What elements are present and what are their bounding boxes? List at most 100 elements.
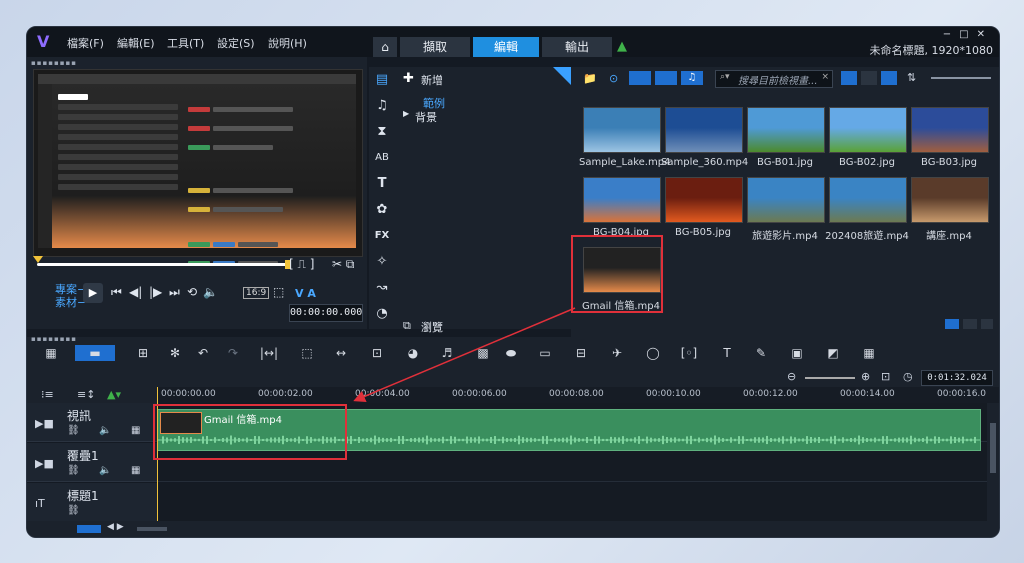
layout-icon[interactable] bbox=[945, 319, 959, 329]
undo-icon[interactable]: ↶ bbox=[193, 345, 213, 361]
media-icon[interactable]: ▤ bbox=[373, 71, 391, 89]
thumbnail-view-icon[interactable] bbox=[881, 71, 897, 85]
home-icon[interactable]: ⌂ bbox=[373, 37, 397, 57]
scroll-toggle-icon[interactable] bbox=[77, 525, 101, 533]
instant-project-icon[interactable]: ♫ bbox=[373, 97, 391, 115]
split-screen-icon[interactable]: ⊡ bbox=[367, 345, 387, 361]
horizontal-scrollbar[interactable] bbox=[137, 527, 167, 531]
zoom-in-icon[interactable]: ⊕ bbox=[861, 370, 870, 383]
split-icon[interactable]: ✂ ⧉ bbox=[332, 257, 354, 272]
edit-icon[interactable] bbox=[981, 319, 993, 329]
fx-icon[interactable]: FX bbox=[373, 227, 391, 245]
zoom-out-icon[interactable]: ⊖ bbox=[787, 370, 796, 383]
crop-icon[interactable]: ⬚ bbox=[273, 285, 284, 299]
media-thumbnail[interactable] bbox=[911, 107, 989, 153]
pin-corner[interactable] bbox=[553, 67, 571, 85]
storyboard-view-icon[interactable]: ▦ bbox=[41, 345, 61, 361]
tab-share[interactable]: 輸出 bbox=[542, 37, 612, 57]
chapter-icon[interactable]: ≡↕ bbox=[77, 388, 95, 401]
detail-view-icon[interactable] bbox=[861, 71, 877, 85]
paint-icon[interactable]: ✎ bbox=[751, 345, 771, 361]
mark-in-out-icon[interactable]: [ ⎍ ] bbox=[289, 257, 314, 272]
upload-arrow-icon[interactable]: ▲ bbox=[617, 39, 627, 54]
audio-mixer-icon[interactable]: ♬ bbox=[437, 345, 457, 361]
graphic-icon[interactable]: ✿ bbox=[373, 201, 391, 219]
media-thumbnail[interactable] bbox=[829, 107, 907, 153]
add-icon[interactable]: ✚ bbox=[403, 71, 414, 86]
import-folder-icon[interactable]: 📁 bbox=[583, 72, 597, 85]
media-thumbnail[interactable] bbox=[911, 177, 989, 223]
link-icon[interactable]: ⛓ bbox=[67, 505, 80, 516]
ab-transition-icon[interactable]: AB bbox=[373, 149, 391, 167]
redo-icon[interactable]: ↷ bbox=[223, 345, 243, 361]
tree-item-backgrounds[interactable]: 背景 bbox=[415, 109, 437, 125]
track-manager-icon[interactable]: ⁝≡ bbox=[41, 388, 54, 401]
menu-help[interactable]: 說明(H) bbox=[268, 35, 307, 51]
timecode-display[interactable]: 00:00:00.000 bbox=[289, 304, 363, 322]
record-icon[interactable]: ⊙ bbox=[609, 72, 618, 85]
color-icon[interactable]: ◕ bbox=[403, 345, 423, 361]
mute-icon[interactable]: 🔈 bbox=[99, 465, 111, 476]
adjust-icon[interactable]: ◩ bbox=[823, 345, 843, 361]
menu-tools[interactable]: 工具(T) bbox=[167, 35, 204, 51]
volume-icon[interactable]: 🔈 bbox=[203, 285, 218, 299]
mute-icon[interactable]: 🔈 bbox=[99, 425, 111, 436]
search-box[interactable]: ⌕▾ 搜尋目前檢視畫... × bbox=[715, 70, 833, 88]
trim-scrubber[interactable] bbox=[33, 256, 291, 269]
gif-icon[interactable]: ▦ bbox=[859, 345, 879, 361]
path-icon[interactable]: ↝ bbox=[373, 279, 391, 297]
title-icon[interactable]: T bbox=[373, 175, 391, 193]
media-thumbnail[interactable] bbox=[829, 177, 907, 223]
repeat-icon[interactable]: ⟲ bbox=[187, 285, 197, 299]
timeline-view-icon[interactable]: ▬ bbox=[75, 345, 115, 361]
stabilize-icon[interactable]: [◦] bbox=[679, 345, 699, 361]
layout-alt-icon[interactable] bbox=[963, 319, 977, 329]
next-frame-icon[interactable]: |▶ bbox=[149, 285, 162, 299]
audio-filter-button[interactable]: ♫ bbox=[681, 71, 703, 85]
add-marker-icon[interactable]: ▲▾ bbox=[107, 388, 121, 401]
media-thumbnail[interactable] bbox=[583, 177, 661, 223]
media-thumbnail[interactable] bbox=[747, 177, 825, 223]
smartrender-icon[interactable]: V A bbox=[295, 287, 316, 300]
menu-edit[interactable]: 編輯(E) bbox=[117, 35, 155, 51]
scroll-arrows-icon[interactable]: ◀ ▶ bbox=[107, 522, 124, 532]
3d-title-icon[interactable]: T bbox=[717, 345, 737, 361]
track-area-title[interactable] bbox=[157, 483, 987, 522]
zoom-slider[interactable] bbox=[805, 377, 855, 379]
fit-project-icon[interactable]: ⊡ bbox=[881, 370, 890, 383]
menu-settings[interactable]: 設定(S) bbox=[217, 35, 255, 51]
motion-track-icon[interactable]: ✈ bbox=[607, 345, 627, 361]
motion-icon[interactable]: ✧ bbox=[373, 253, 391, 271]
mask-icon[interactable]: ⬬ bbox=[501, 345, 521, 361]
media-thumbnail[interactable] bbox=[583, 107, 661, 153]
add-folder-label[interactable]: 新增 bbox=[421, 72, 443, 88]
go-start-icon[interactable]: ⏮ bbox=[111, 285, 122, 300]
tools-icon[interactable]: ✻ bbox=[165, 345, 185, 361]
multicam-icon[interactable]: ▩ bbox=[473, 345, 493, 361]
screen-record-icon[interactable]: ▣ bbox=[787, 345, 807, 361]
clear-search-icon[interactable]: × bbox=[821, 72, 829, 82]
vertical-scrollbar[interactable] bbox=[987, 403, 999, 521]
fit-icon[interactable]: |↔| bbox=[259, 345, 279, 361]
window-controls[interactable]: −□✕ bbox=[943, 29, 993, 40]
media-thumbnail[interactable] bbox=[665, 107, 743, 153]
tab-edit[interactable]: 編輯 bbox=[473, 37, 539, 57]
link-icon[interactable]: ⛓ bbox=[67, 465, 80, 476]
stretch-icon[interactable]: ↔ bbox=[331, 345, 351, 361]
mode-clip[interactable]: 素材− bbox=[55, 294, 86, 310]
browse-icon[interactable]: ⧉ bbox=[403, 319, 411, 333]
add-track-icon[interactable]: ⊞ bbox=[133, 345, 153, 361]
aspect-ratio-select[interactable]: 16:9 bbox=[243, 287, 270, 299]
crop-icon[interactable]: ⬚ bbox=[297, 345, 317, 361]
list-view-icon[interactable] bbox=[841, 71, 857, 85]
shape-icon[interactable]: ◯ bbox=[643, 345, 663, 361]
thumbnail-size-slider[interactable] bbox=[931, 77, 991, 79]
search-input[interactable]: 搜尋目前檢視畫... bbox=[738, 72, 818, 87]
tab-capture[interactable]: 擷取 bbox=[400, 37, 470, 57]
expand-icon[interactable]: ▶ bbox=[403, 109, 409, 118]
media-thumbnail[interactable] bbox=[665, 177, 743, 223]
preview-window[interactable] bbox=[33, 69, 363, 266]
grid-icon[interactable]: ⊟ bbox=[571, 345, 591, 361]
photo-filter-button[interactable] bbox=[655, 71, 677, 85]
speed-icon[interactable]: ◔ bbox=[373, 305, 391, 323]
